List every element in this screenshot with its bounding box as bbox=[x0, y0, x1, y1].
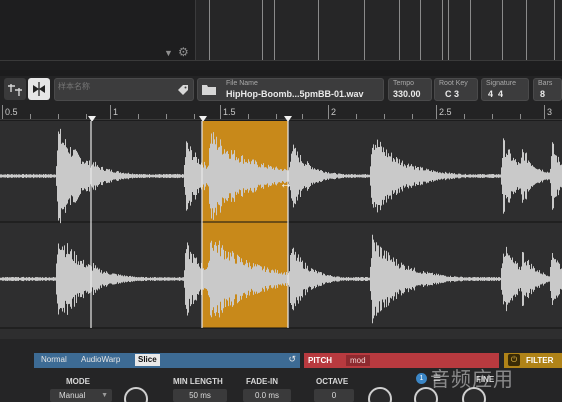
ruler-label: 2.5 bbox=[439, 107, 452, 117]
root-key-value: C 3 bbox=[445, 89, 460, 99]
mode-slice-button[interactable]: Slice bbox=[135, 354, 160, 366]
filter-title: FILTER bbox=[526, 356, 554, 365]
fade-in-value[interactable]: 0.0 ms bbox=[243, 389, 291, 402]
ruler-label: 3 bbox=[547, 107, 553, 117]
bars-field[interactable]: Bars 8 bbox=[533, 78, 562, 101]
ruler-label: 2 bbox=[331, 107, 337, 117]
folder-icon bbox=[202, 85, 216, 95]
octave-value[interactable]: 0 bbox=[314, 389, 354, 402]
pitch-mod-button[interactable]: mod bbox=[346, 355, 370, 366]
slice-threshold-knob[interactable] bbox=[124, 387, 148, 402]
ruler-label: 0.5 bbox=[5, 107, 18, 117]
ruler-label: 1 bbox=[113, 107, 119, 117]
sample-toolbar: File Name HipHop-Boomb...5pmBB-01.wav Te… bbox=[0, 76, 562, 104]
ruler-label: 1.5 bbox=[223, 107, 236, 117]
tempo-field[interactable]: Tempo 330.00 bbox=[388, 78, 432, 101]
min-length-value[interactable]: 50 ms bbox=[173, 389, 227, 402]
tempo-label: Tempo bbox=[393, 80, 415, 87]
sample-name-field[interactable] bbox=[54, 78, 194, 101]
file-name-label: File Name bbox=[226, 80, 258, 87]
mode-label: MODE bbox=[66, 377, 90, 386]
root-key-field[interactable]: Root Key C 3 bbox=[434, 78, 478, 101]
signature-field[interactable]: Signature 4 4 bbox=[481, 78, 529, 101]
slice-tool-icon bbox=[33, 82, 45, 96]
tag-icon bbox=[178, 85, 188, 95]
reset-icon[interactable]: ↺ bbox=[288, 354, 296, 365]
slice-mode-value: Manual bbox=[59, 391, 86, 400]
tempo-value: 330.00 bbox=[393, 89, 421, 99]
range-tool-icon bbox=[8, 84, 22, 96]
bars-value: 8 bbox=[540, 89, 546, 99]
coarse-knob[interactable] bbox=[368, 387, 392, 402]
file-name-value: HipHop-Boomb...5pmBB-01.wav bbox=[226, 89, 364, 99]
overview-panel bbox=[195, 0, 562, 60]
signature-value: 4 4 bbox=[488, 89, 504, 99]
slice-mode-select[interactable]: Manual ▼ bbox=[50, 389, 112, 402]
time-ruler[interactable]: 0.5 1 1.5 2 2.5 3 bbox=[0, 104, 562, 120]
collapse-triangle-icon[interactable]: ▼ bbox=[164, 48, 173, 58]
resize-cursor-icon: ↔ bbox=[279, 175, 293, 191]
fade-in-label: FADE-IN bbox=[246, 377, 278, 386]
bars-label: Bars bbox=[538, 80, 553, 87]
slice-tool-button[interactable] bbox=[28, 78, 50, 100]
signature-label: Signature bbox=[486, 80, 516, 87]
waveform-display[interactable]: ↔ bbox=[0, 121, 562, 339]
range-tool-button[interactable] bbox=[4, 78, 26, 100]
watermark: 音频应用 bbox=[430, 369, 514, 391]
mode-normal-button[interactable]: Normal bbox=[38, 354, 70, 366]
pitch-title: PITCH bbox=[308, 356, 332, 365]
mode-audiowarp-button[interactable]: AudioWarp bbox=[78, 354, 123, 366]
sample-name-input[interactable] bbox=[58, 80, 168, 92]
gear-icon[interactable]: ⚙ bbox=[178, 45, 189, 59]
sample-editor: ▼ ⚙ File Name HipHop-Boomb...5pmBB-01.wa… bbox=[0, 0, 562, 402]
min-length-label: MIN LENGTH bbox=[173, 377, 223, 386]
chevron-down-icon: ▼ bbox=[101, 392, 108, 399]
file-name-field[interactable]: File Name HipHop-Boomb...5pmBB-01.wav bbox=[197, 78, 384, 101]
root-key-label: Root Key bbox=[439, 80, 468, 87]
overview-strip: ▼ ⚙ bbox=[0, 0, 562, 70]
playback-mode-bar: Normal AudioWarp Slice ↺ bbox=[34, 353, 300, 368]
waveform-canvas[interactable] bbox=[0, 121, 562, 339]
octave-label: OCTAVE bbox=[316, 377, 349, 386]
info-badge[interactable]: 1 bbox=[416, 373, 427, 384]
